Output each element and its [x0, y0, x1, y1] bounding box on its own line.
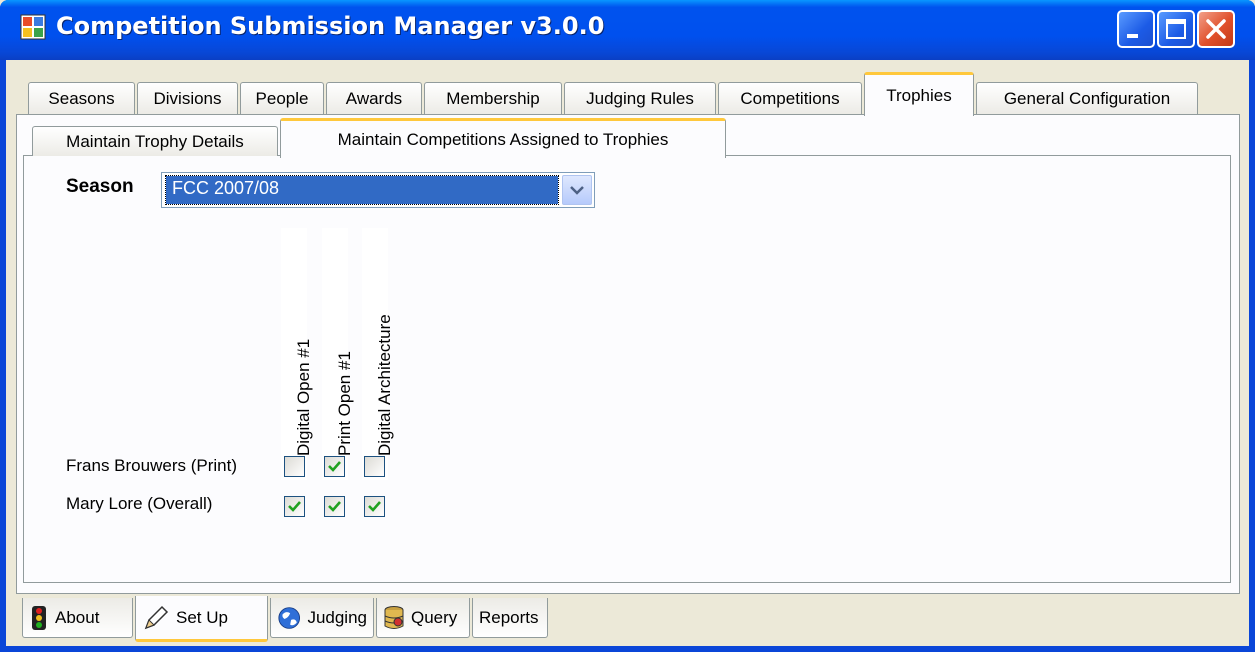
database-icon [384, 605, 404, 629]
tab-label: Judging [307, 607, 367, 627]
column-header-label: Digital Architecture [375, 314, 394, 456]
row-label-mary-lore: Mary Lore (Overall) [66, 494, 213, 513]
tab-judging[interactable]: Judging [270, 598, 374, 638]
tab-maintain-trophy-details[interactable]: Maintain Trophy Details [32, 126, 278, 156]
tab-awards[interactable]: Awards [326, 82, 422, 114]
tab-membership[interactable]: Membership [424, 82, 562, 114]
close-icon [1206, 19, 1226, 39]
window-title: Competition Submission Manager v3.0.0 [56, 12, 605, 40]
app-grid-icon [20, 14, 46, 40]
row-label-frans-brouwers: Frans Brouwers (Print) [66, 456, 237, 475]
season-dropdown[interactable]: FCC 2007/08 [161, 172, 595, 208]
tab-trophies[interactable]: Trophies [864, 72, 974, 116]
tab-people[interactable]: People [240, 82, 324, 114]
column-header-label: Print Open #1 [335, 351, 354, 456]
tab-general-configuration[interactable]: General Configuration [976, 82, 1198, 114]
season-selected-value: FCC 2007/08 [165, 175, 559, 205]
checkbox-frans-print-open-1[interactable] [324, 456, 345, 477]
maximize-icon [1166, 19, 1186, 39]
tab-set-up[interactable]: Set Up [135, 596, 268, 642]
column-header-label: Digital Open #1 [294, 338, 313, 456]
tab-reports[interactable]: Reports [472, 598, 548, 638]
chevron-down-icon [570, 186, 584, 195]
checkbox-mary-digital-open-1[interactable] [284, 496, 305, 517]
application-window: Competition Submission Manager v3.0.0 Se… [0, 0, 1255, 652]
close-button[interactable] [1197, 10, 1235, 48]
column-header-digital-open-1: Digital Open #1 [281, 228, 313, 480]
tab-seasons[interactable]: Seasons [28, 82, 135, 114]
tab-label: Query [411, 607, 458, 627]
assignment-panel [23, 155, 1231, 583]
season-label: Season [66, 176, 134, 197]
tab-query[interactable]: Query [376, 598, 470, 638]
traffic-light-icon [32, 605, 46, 630]
tab-judging-rules[interactable]: Judging Rules [564, 82, 716, 114]
checkbox-frans-digital-open-1[interactable] [284, 456, 305, 477]
checkmark-icon [328, 501, 341, 512]
minimize-button[interactable] [1117, 10, 1155, 48]
tab-maintain-competitions-assigned[interactable]: Maintain Competitions Assigned to Trophi… [280, 118, 726, 158]
dropdown-arrow-button[interactable] [562, 175, 592, 205]
globe-icon [278, 606, 301, 629]
tab-label: About [55, 607, 100, 627]
tab-about[interactable]: About [22, 598, 133, 638]
checkbox-mary-digital-architecture[interactable] [364, 496, 385, 517]
tab-label: Reports [479, 607, 539, 627]
tab-divisions[interactable]: Divisions [137, 82, 238, 114]
column-header-print-open-1: Print Open #1 [322, 228, 354, 480]
checkmark-icon [288, 501, 301, 512]
checkmark-icon [368, 501, 381, 512]
tab-label: Set Up [176, 607, 228, 627]
checkbox-frans-digital-architecture[interactable] [364, 456, 385, 477]
column-header-digital-architecture: Digital Architecture [362, 228, 394, 480]
maximize-button[interactable] [1157, 10, 1195, 48]
checkbox-mary-print-open-1[interactable] [324, 496, 345, 517]
minimize-icon [1127, 34, 1138, 38]
title-bar[interactable]: Competition Submission Manager v3.0.0 [0, 0, 1255, 60]
checkmark-icon [328, 461, 341, 472]
tab-competitions[interactable]: Competitions [718, 82, 862, 114]
window-client-area: Seasons Divisions People Awards Membersh… [6, 60, 1249, 646]
pencil-icon [144, 605, 169, 629]
